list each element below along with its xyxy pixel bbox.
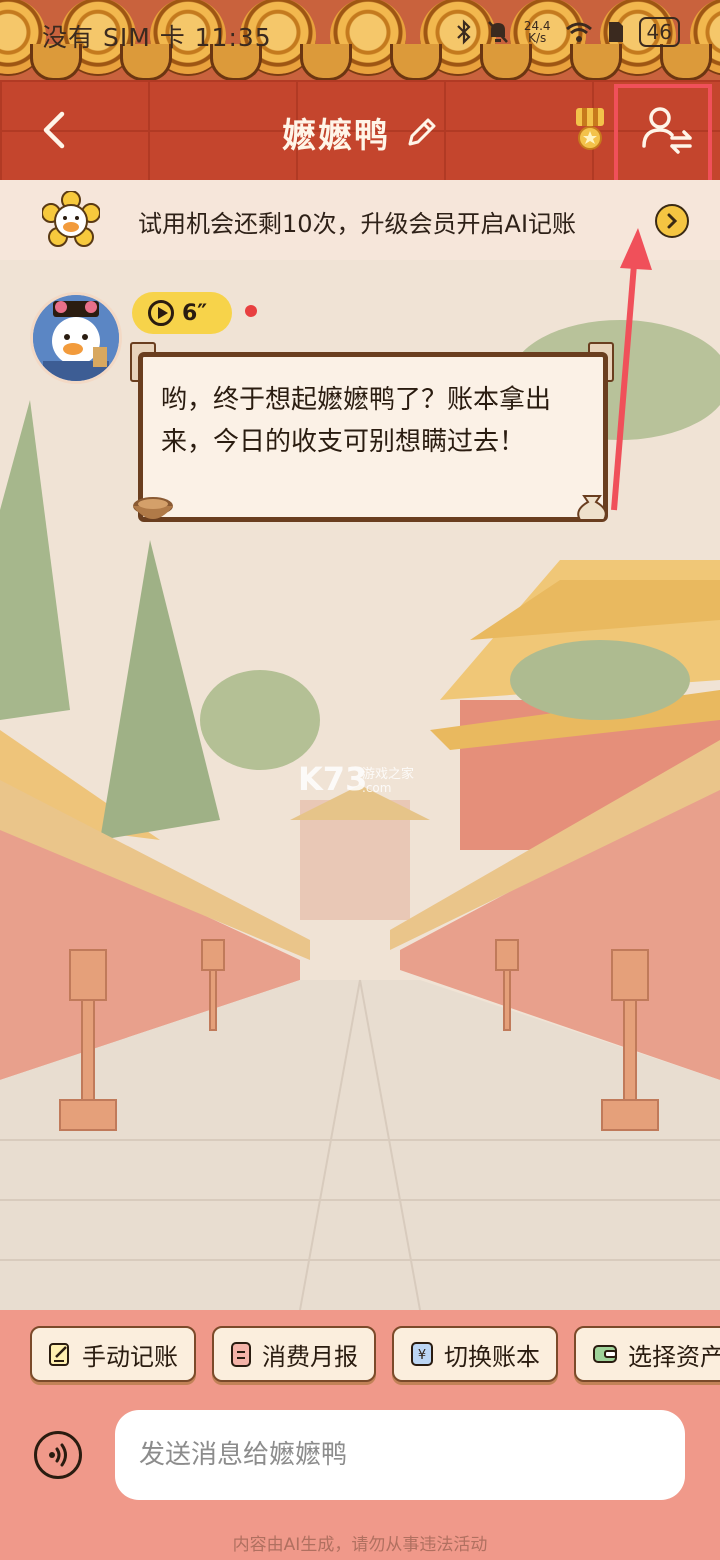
ai-disclaimer: 内容由AI生成，请勿从事违法活动 <box>232 1535 488 1555</box>
voice-message-button[interactable]: 6″ <box>132 292 232 334</box>
report-icon <box>231 1342 251 1367</box>
chat-bubble: 哟，终于想起嬷嬷鸭了？账本拿出来，今日的收支可别想瞒过去！ <box>138 352 608 522</box>
trophy-icon[interactable] <box>568 106 612 152</box>
page-title: 嬷嬷鸭 <box>282 116 390 156</box>
svg-text:¥: ¥ <box>418 1348 426 1363</box>
quick-action-label: 切换账本 <box>444 1342 540 1371</box>
promo-text: 试用机会还剩10次，升级会员开启AI记账 <box>138 210 577 238</box>
network-speed-unit: K/s <box>528 31 547 45</box>
watermark-subtitle: 游戏之家 <box>362 766 414 782</box>
food-bowl-icon <box>133 497 173 519</box>
status-icons: 24.4 K/s 46 <box>456 17 680 47</box>
switch-ledger-button[interactable]: ¥ 切换账本 <box>392 1326 558 1382</box>
duck-avatar[interactable] <box>30 292 122 384</box>
chat-message-text: 哟，终于想起嬷嬷鸭了？账本拿出来，今日的收支可别想瞒过去！ <box>161 385 552 457</box>
chevron-right-icon <box>667 213 678 229</box>
edit-name-icon[interactable] <box>404 116 438 150</box>
status-carrier-time: 没有 SIM 卡 11:35 <box>42 23 272 52</box>
wallet-icon <box>593 1345 617 1363</box>
wifi-icon <box>565 22 592 42</box>
voice-duration: 6″ <box>182 300 208 326</box>
bluetooth-icon <box>457 19 471 45</box>
quick-action-label: 选择资产 <box>628 1342 720 1371</box>
nav-bar: 嬷嬷鸭 <box>0 80 720 180</box>
play-icon <box>148 300 174 326</box>
yuan-ledger-icon: ¥ <box>411 1342 433 1366</box>
money-bag-icon <box>577 495 607 521</box>
manual-entry-button[interactable]: 手动记账 <box>30 1326 196 1382</box>
monthly-report-button[interactable]: 消费月报 <box>212 1326 376 1382</box>
message-input[interactable] <box>115 1410 685 1500</box>
sound-wave-icon <box>49 1443 67 1467</box>
watermark-domain: .com <box>362 781 391 795</box>
voice-input-button[interactable] <box>34 1431 82 1479</box>
quick-actions-row: 手动记账 消费月报 ¥ 切换账本 选择资产 <box>30 1326 720 1382</box>
notebook-pen-icon <box>49 1343 69 1366</box>
sim-off-icon <box>608 22 623 42</box>
mute-bell-icon <box>487 21 508 43</box>
page-title-area: 嬷嬷鸭 <box>0 108 720 157</box>
select-asset-button[interactable]: 选择资产 <box>574 1326 720 1382</box>
quick-action-label: 消费月报 <box>262 1342 358 1371</box>
promo-arrow-button[interactable] <box>655 204 689 238</box>
status-bar: 没有 SIM 卡 11:35 24.4 K/s 46 <box>0 14 720 54</box>
annotation-highlight-box <box>614 84 712 192</box>
battery-indicator: 46 <box>638 17 680 47</box>
duck-flower-icon <box>42 191 100 247</box>
watermark-brand: K73 <box>298 760 367 798</box>
network-speed: 24.4 K/s <box>524 20 551 44</box>
duck-avatar-illustration <box>33 295 119 381</box>
quick-action-label: 手动记账 <box>82 1342 178 1371</box>
unread-dot <box>245 305 257 317</box>
